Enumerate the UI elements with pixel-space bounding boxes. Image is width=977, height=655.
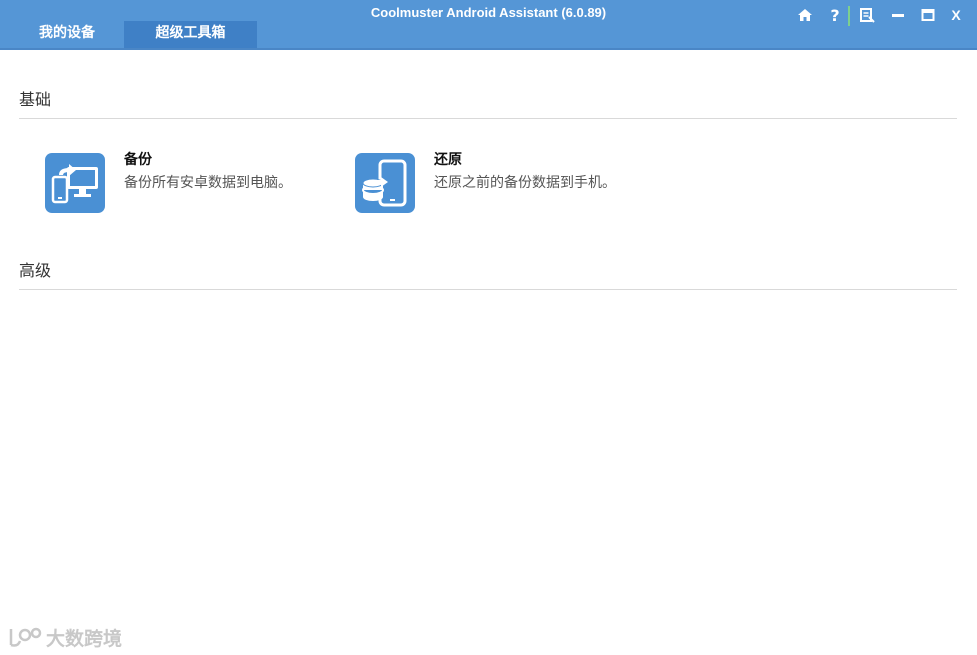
home-icon [798, 9, 812, 21]
restore-icon [355, 153, 415, 213]
help-icon: ? [830, 5, 840, 25]
feedback-icon [860, 8, 875, 23]
section-advanced-title: 高级 [19, 261, 52, 280]
title-bar-border [0, 48, 977, 50]
backup-feature[interactable]: 备份 备份所有安卓数据到电脑。 [45, 152, 325, 213]
watermark-text: 大数跨境 [46, 627, 123, 650]
tab-my-device[interactable]: 我的设备 [10, 21, 124, 48]
watermark: 大数跨境 [8, 624, 122, 650]
minimize-icon [892, 14, 904, 17]
backup-icon [45, 153, 105, 213]
maximize-button[interactable] [917, 4, 939, 26]
backup-description: 备份所有安卓数据到电脑。 [124, 175, 292, 191]
tab-super-toolbox[interactable]: 超级工具箱 [124, 21, 257, 48]
close-button[interactable]: X [945, 4, 967, 26]
watermark-logo-icon [9, 627, 42, 647]
maximize-icon [921, 9, 935, 21]
restore-title: 还原 [434, 152, 462, 168]
restore-description: 还原之前的备份数据到手机。 [434, 175, 616, 191]
section-basic-title: 基础 [19, 90, 52, 109]
section-advanced-divider [19, 289, 957, 290]
feedback-button[interactable] [856, 4, 878, 26]
section-basic-divider [19, 118, 957, 119]
home-button[interactable] [794, 4, 816, 26]
minimize-button[interactable] [887, 4, 909, 26]
restore-feature[interactable]: 还原 还原之前的备份数据到手机。 [355, 152, 655, 213]
backup-title: 备份 [124, 152, 152, 168]
close-icon: X [951, 7, 961, 23]
title-bar: Coolmuster Android Assistant (6.0.89) 我的… [0, 0, 977, 50]
separator [848, 6, 850, 26]
help-button[interactable]: ? [824, 4, 846, 26]
